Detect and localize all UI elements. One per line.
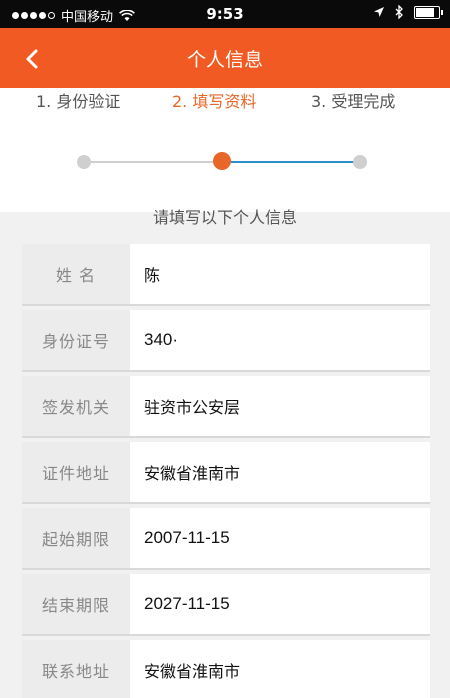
field-label: 姓 名: [22, 244, 130, 304]
field-label: 结束期限: [22, 574, 130, 634]
step-3-label: 3. 受理完成: [311, 92, 396, 111]
nav-bar: 个人信息: [0, 28, 450, 88]
form-row-id-address[interactable]: 证件地址 安徽省淮南市: [22, 442, 430, 504]
id-number-field[interactable]: 340·: [130, 310, 430, 370]
contact-address-field[interactable]: 安徽省淮南市: [130, 640, 430, 698]
status-bar: 中国移动 9:53: [0, 0, 450, 28]
field-label: 起始期限: [22, 508, 130, 568]
battery-fill: [416, 7, 435, 17]
page-title: 个人信息: [186, 48, 263, 71]
field-label: 联系地址: [22, 640, 130, 698]
form-instruction: 请填写以下个人信息: [152, 208, 297, 227]
battery-icon: [414, 5, 443, 19]
form-row-end-date[interactable]: 结束期限 2027-11-15: [22, 574, 430, 636]
form-row-name[interactable]: 姓 名 陈: [22, 244, 430, 306]
progress-track-completed: [84, 161, 222, 163]
step-3-dot: [353, 155, 367, 169]
screen: 中国移动 9:53 个人信息 1. 身份验证 2. 填写资料 3. 受理完成 请…: [0, 0, 450, 698]
step-1-dot: [77, 155, 91, 169]
step-2-label: 2. 填写资料: [172, 92, 257, 111]
form-row-issuing-authority[interactable]: 签发机关 驻资市公安层: [22, 376, 430, 438]
form-row-contact-address[interactable]: 联系地址 安徽省淮南市: [22, 640, 430, 698]
start-date-field[interactable]: 2007-11-15: [130, 508, 430, 568]
chevron-left-icon: [26, 49, 38, 69]
end-date-field[interactable]: 2027-11-15: [130, 574, 430, 634]
form-row-id-number[interactable]: 身份证号 340·: [22, 310, 430, 372]
issuing-authority-field[interactable]: 驻资市公安层: [130, 376, 430, 436]
field-label: 签发机关: [22, 376, 130, 436]
progress-steps: 1. 身份验证 2. 填写资料 3. 受理完成: [0, 88, 450, 212]
personal-info-form: 姓 名 陈 身份证号 340· 签发机关 驻资市公安层 证件地址 安徽省淮南市 …: [22, 244, 430, 698]
status-right: [373, 5, 443, 19]
bluetooth-icon: [395, 5, 403, 19]
field-label: 证件地址: [22, 442, 130, 502]
field-label: 身份证号: [22, 310, 130, 370]
step-2-dot: [213, 152, 231, 170]
progress-track-remaining: [222, 161, 360, 163]
id-address-field[interactable]: 安徽省淮南市: [130, 442, 430, 502]
name-field[interactable]: 陈: [130, 244, 430, 304]
step-1-label: 1. 身份验证: [36, 92, 121, 111]
back-button[interactable]: [14, 42, 50, 76]
form-row-start-date[interactable]: 起始期限 2007-11-15: [22, 508, 430, 570]
location-icon: [374, 7, 384, 17]
